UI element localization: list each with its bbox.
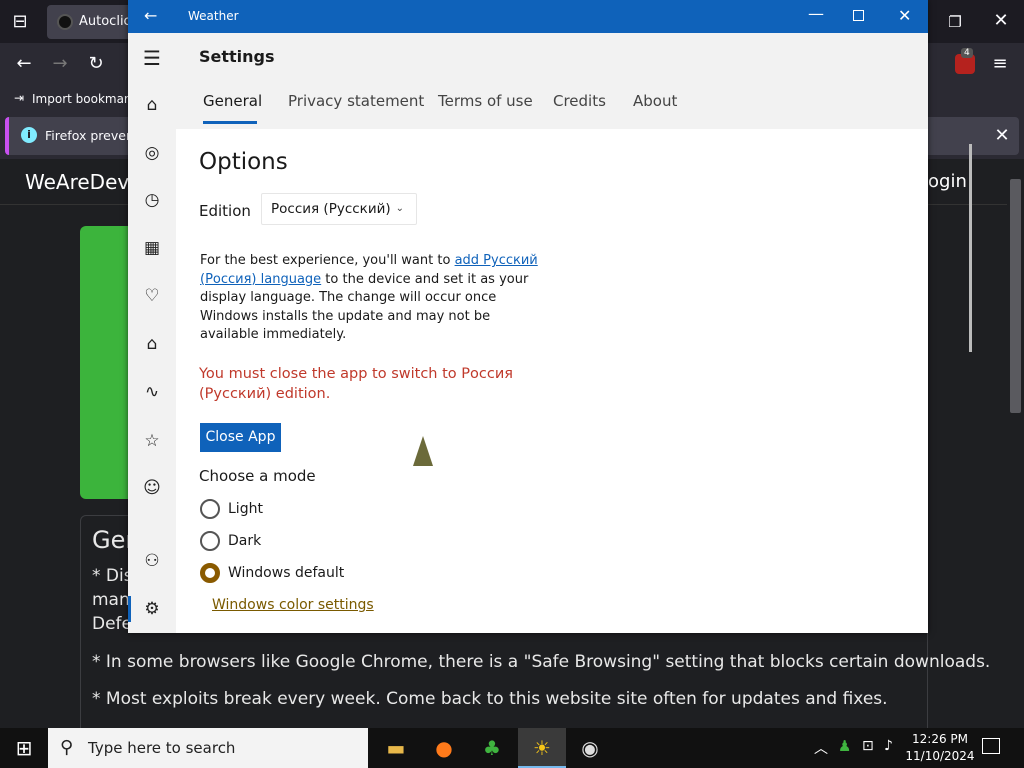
home-icon[interactable]: ⌂ [128, 92, 176, 118]
back-arrow-icon[interactable]: ← [13, 54, 35, 74]
language-info-text: For the best experience, you'll want to … [200, 252, 550, 345]
edition-label: Edition [199, 202, 251, 220]
favorites-icon[interactable]: ♡ [128, 283, 176, 309]
browser-tab[interactable]: Autoclick [47, 5, 137, 39]
green-banner [80, 226, 130, 499]
tab-favicon-icon [57, 14, 73, 30]
menu-hamburger-icon[interactable]: ≡ [989, 54, 1011, 74]
mode-heading: Choose a mode [199, 467, 316, 485]
hamburger-menu-icon[interactable]: ☰ [128, 45, 176, 71]
import-bookmarks-icon: ⇥ [14, 91, 25, 105]
content-scrollbar[interactable] [969, 144, 972, 352]
card-text: * Most exploits break every week. Come b… [92, 689, 888, 709]
active-tab-indicator [203, 121, 257, 124]
firefox-icon[interactable]: ● [420, 728, 468, 768]
app-sidebar: ☰ ⌂ ◎ ◷ ▦ ♡ ⌂ ∿ ☆ ☺ ⚇ ⚙ [128, 33, 176, 633]
import-bookmarks-link[interactable]: Import bookmarks [32, 92, 142, 106]
file-explorer-icon[interactable]: ▬ [372, 728, 420, 768]
tab-credits[interactable]: Credits [553, 92, 606, 110]
windows-taskbar: ⊞ ⚲ Type here to search ▬ ● ♣ ☀ ◉ ︿ ♟ ⊡ … [0, 728, 1024, 768]
section-title: Options [199, 149, 288, 175]
tab-terms-of-use[interactable]: Terms of use [438, 92, 533, 110]
windows-color-settings-link[interactable]: Windows color settings [212, 597, 374, 613]
reload-icon[interactable]: ↻ [85, 54, 107, 74]
chart-icon[interactable]: ∿ [128, 379, 176, 405]
close-window-icon[interactable]: ✕ [898, 6, 911, 25]
close-app-button[interactable]: Close App [200, 423, 281, 452]
tab-about[interactable]: About [633, 92, 677, 110]
volume-icon[interactable]: ♪ [884, 738, 893, 754]
smiley-icon[interactable]: ☺ [128, 475, 176, 501]
ublock-extension-icon[interactable]: 4 [955, 48, 975, 74]
taskbar-search-box[interactable]: ⚲ Type here to search [48, 728, 368, 768]
radar-icon[interactable]: ◎ [128, 140, 176, 166]
window-title: Weather [188, 9, 239, 23]
weather-app-window: ← Weather — ✕ ☰ ⌂ ◎ ◷ ▦ ♡ ⌂ ∿ ☆ ☺ ⚇ ⚙ Se… [128, 0, 972, 633]
clock-time: 12:26 PM [912, 732, 968, 746]
page-title: Settings [199, 47, 275, 66]
card-text: Defe [92, 614, 132, 634]
tray-people-icon[interactable]: ♟ [838, 737, 851, 755]
windows-default-label[interactable]: Windows default [228, 565, 344, 581]
settings-gear-icon[interactable]: ⚙ [128, 596, 176, 622]
chevron-down-icon: ⌄ [395, 203, 404, 214]
close-browser-icon[interactable]: ✕ [990, 11, 1012, 31]
start-windows-icon[interactable]: ⊞ [0, 728, 48, 768]
notifications-icon[interactable] [982, 738, 1000, 754]
light-mode-radio[interactable] [200, 499, 220, 519]
back-arrow-icon[interactable]: ← [144, 6, 157, 25]
tab-general[interactable]: General [203, 92, 262, 110]
tray-chevron-up-icon[interactable]: ︿ [814, 738, 828, 758]
building-icon[interactable]: ⌂ [128, 331, 176, 357]
info-prefix: For the best experience, you'll want to [200, 253, 455, 268]
desktop-pet-icon [413, 436, 433, 466]
window-title-bar[interactable]: ← Weather — ✕ [128, 0, 928, 33]
login-link[interactable]: ogin [928, 171, 967, 192]
windows-default-radio[interactable] [200, 563, 220, 583]
edition-dropdown[interactable]: Россия (Русский) ⌄ [261, 193, 417, 225]
weather-taskbar-icon[interactable]: ☀ [518, 728, 566, 768]
clock-date: 11/10/2024 [905, 749, 975, 763]
search-placeholder: Type here to search [88, 739, 236, 757]
maximize-icon[interactable] [853, 10, 864, 21]
extension-badge: 4 [961, 48, 973, 58]
site-logo-text[interactable]: WeAreDev [25, 170, 129, 194]
card-text: * In some browsers like Google Chrome, t… [92, 652, 991, 672]
minimize-icon[interactable]: — [808, 4, 824, 23]
search-icon: ⚲ [60, 737, 74, 758]
restore-window-icon[interactable]: ❐ [944, 12, 966, 32]
people-app-icon[interactable]: ♣ [468, 728, 516, 768]
light-mode-label[interactable]: Light [228, 501, 263, 517]
settings-content: Options Edition Россия (Русский) ⌄ For t… [176, 129, 972, 633]
scrollbar-thumb[interactable] [1010, 179, 1021, 413]
system-clock[interactable]: 12:26 PM 11/10/2024 [905, 731, 975, 765]
dark-mode-label[interactable]: Dark [228, 533, 261, 549]
tab-privacy-statement[interactable]: Privacy statement [288, 92, 424, 110]
card-text: man [92, 590, 130, 610]
calendar-icon[interactable]: ▦ [128, 235, 176, 261]
page-scrollbar[interactable] [1007, 159, 1024, 728]
dark-mode-radio[interactable] [200, 531, 220, 551]
history-clock-icon[interactable]: ◷ [128, 187, 176, 213]
account-icon[interactable]: ⚇ [128, 548, 176, 574]
card-text: * Dis [92, 566, 133, 586]
edition-value: Россия (Русский) [271, 201, 391, 217]
tab-list-icon[interactable]: ⊟ [9, 12, 31, 32]
app-taskbar-icon[interactable]: ◉ [566, 728, 614, 768]
info-icon: i [21, 127, 37, 143]
starred-list-icon[interactable]: ☆ [128, 428, 176, 454]
forward-arrow-icon[interactable]: → [49, 54, 71, 74]
close-notification-icon[interactable]: ✕ [991, 126, 1013, 146]
restart-warning: You must close the app to switch to Росс… [199, 366, 513, 402]
network-icon[interactable]: ⊡ [862, 738, 874, 754]
